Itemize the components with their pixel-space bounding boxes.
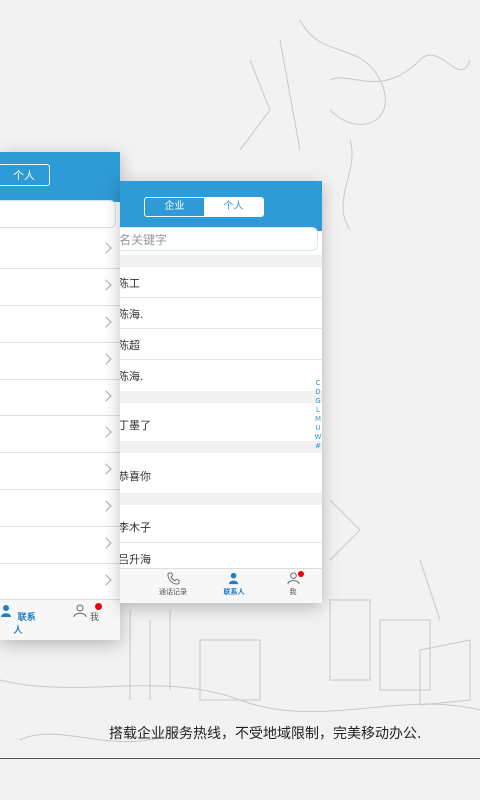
back-header: 个人 xyxy=(0,152,120,202)
tab-contacts-label: 联系人 xyxy=(223,588,245,596)
chevron-right-icon xyxy=(100,316,112,328)
list-item[interactable]: 陈海. xyxy=(120,298,322,329)
chevron-right-icon xyxy=(100,279,112,291)
search-input[interactable]: 名关键字 xyxy=(120,227,318,251)
segment-control: 企业 个人 xyxy=(144,197,264,217)
user-icon xyxy=(73,604,87,618)
chevron-right-icon xyxy=(100,242,112,254)
index-letter[interactable]: # xyxy=(313,442,322,451)
person-icon xyxy=(1,605,12,617)
tab-personal[interactable]: 个人 xyxy=(0,164,50,186)
index-letter[interactable]: W xyxy=(313,433,322,442)
back-search-input[interactable] xyxy=(0,200,116,228)
divider xyxy=(0,758,480,759)
chevron-right-icon xyxy=(100,463,112,476)
front-tabbar: 通话记录 联系人 我 xyxy=(120,568,322,603)
tab-contacts[interactable]: 联系人 xyxy=(0,604,38,636)
contact-name: 吕升海 xyxy=(120,553,151,566)
notification-badge xyxy=(298,571,304,577)
index-letter[interactable]: C xyxy=(313,379,322,388)
tab-enterprise[interactable]: 企业 xyxy=(145,198,204,216)
section-header xyxy=(120,255,322,267)
list-item[interactable] xyxy=(0,343,120,380)
tab-call-log-label: 通话记录 xyxy=(159,588,187,596)
section-header xyxy=(120,391,322,403)
back-tabbar: 联系人 我 xyxy=(0,599,120,640)
search-placeholder: 名关键字 xyxy=(120,233,168,247)
contact-name: 陈超 xyxy=(120,339,140,352)
contact-name: 陈海. xyxy=(120,370,144,383)
front-header: 企业 个人 xyxy=(120,181,322,231)
index-letter[interactable]: D xyxy=(313,388,322,397)
index-letter[interactable]: L xyxy=(313,406,322,415)
section-header xyxy=(120,493,322,505)
list-item[interactable]: 丁墨了 xyxy=(120,403,322,441)
front-phone-screen: 企业 个人 名关键字 陈工 陈海. 陈超 陈海. 丁墨了 恭喜你 李木子 吕升海… xyxy=(120,181,322,603)
list-item[interactable] xyxy=(0,564,120,601)
chevron-right-icon xyxy=(100,389,112,402)
contact-name: 李木子 xyxy=(120,521,151,534)
chevron-right-icon xyxy=(100,500,112,512)
list-item[interactable] xyxy=(0,416,120,454)
section-header xyxy=(120,441,322,453)
contact-name: 陈工 xyxy=(120,277,140,290)
tab-call-log[interactable]: 通话记录 xyxy=(156,572,190,597)
index-letter[interactable]: U xyxy=(313,424,322,433)
list-item[interactable]: 陈超 xyxy=(120,329,322,360)
chevron-right-icon xyxy=(100,353,112,365)
contact-list: 陈工 陈海. 陈超 陈海. 丁墨了 恭喜你 李木子 吕升海 xyxy=(120,255,322,574)
tab-contacts[interactable]: 联系人 xyxy=(218,572,250,597)
back-phone-screen: 个人 联系人 我 xyxy=(0,152,120,640)
chevron-right-icon xyxy=(100,574,112,586)
list-item[interactable]: 陈工 xyxy=(120,267,322,298)
list-item[interactable] xyxy=(0,380,120,417)
notification-badge xyxy=(95,603,102,610)
alphabet-index[interactable]: C D G L M U W # xyxy=(313,379,322,451)
tab-contacts-label: 联系人 xyxy=(13,613,36,636)
list-item[interactable] xyxy=(0,232,120,269)
contact-name: 恭喜你 xyxy=(120,470,151,483)
person-icon xyxy=(228,572,238,585)
list-item[interactable]: 陈海. xyxy=(120,360,322,391)
promo-caption: 搭载企业服务热线，不受地域限制，完美移动办公. xyxy=(109,726,422,742)
phone-icon xyxy=(166,572,180,585)
index-letter[interactable]: M xyxy=(313,415,322,424)
list-item[interactable] xyxy=(0,306,120,343)
list-item[interactable] xyxy=(0,490,120,528)
back-list xyxy=(0,232,120,601)
list-item[interactable]: 恭喜你 xyxy=(120,453,322,493)
chevron-right-icon xyxy=(100,426,112,439)
tab-me-label: 我 xyxy=(89,613,99,623)
index-letter[interactable]: G xyxy=(313,397,322,406)
contact-name: 陈海. xyxy=(120,308,144,321)
chevron-right-icon xyxy=(100,537,112,549)
tab-me-label: 我 xyxy=(289,588,297,596)
contact-name: 丁墨了 xyxy=(120,419,151,432)
tab-personal[interactable]: 个人 xyxy=(204,198,263,216)
list-item[interactable] xyxy=(0,269,120,306)
list-item[interactable]: 李木子 xyxy=(120,505,322,543)
list-item[interactable] xyxy=(0,453,120,491)
list-item[interactable] xyxy=(0,527,120,565)
